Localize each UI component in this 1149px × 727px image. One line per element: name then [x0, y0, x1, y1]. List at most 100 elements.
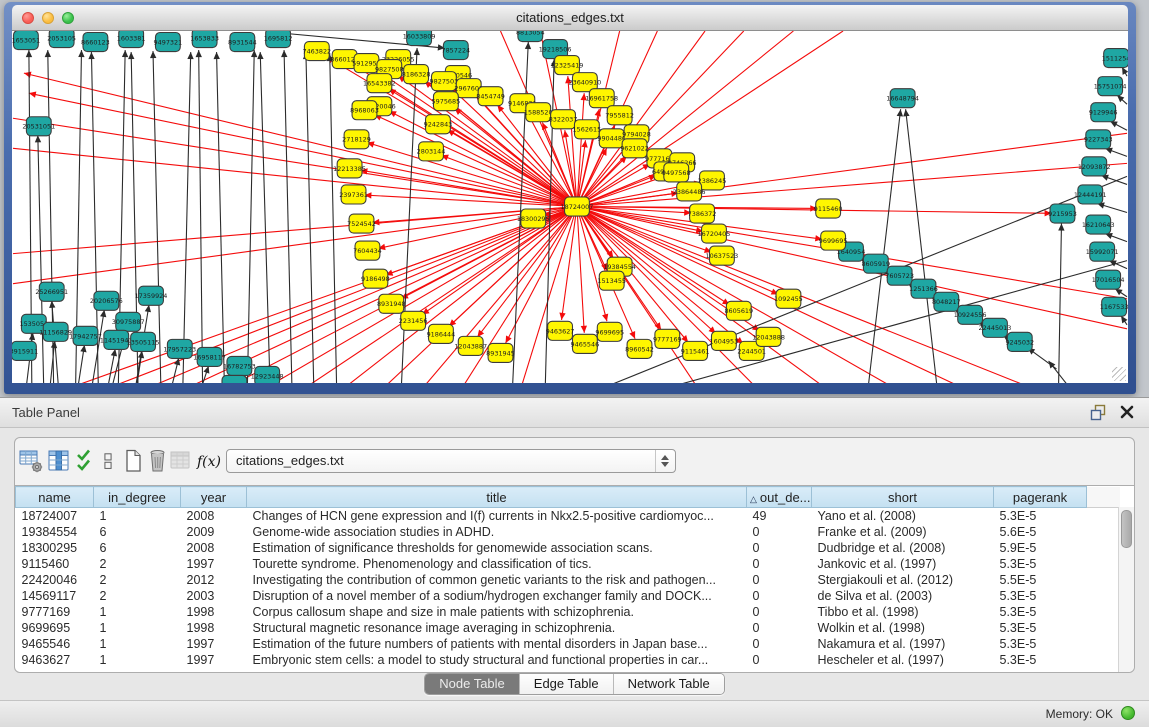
graph-node[interactable]: 5051352	[220, 375, 249, 383]
table-cell[interactable]: 18724007	[16, 508, 94, 525]
graph-node[interactable]: 20531051	[22, 117, 55, 136]
column-header-year[interactable]: year	[181, 487, 247, 508]
network-canvas[interactable]: 1653051205310586601231603381949732116538…	[12, 31, 1128, 383]
graph-node[interactable]: 8048217	[932, 292, 961, 311]
graph-node[interactable]: 9215953	[1048, 204, 1077, 223]
graph-node[interactable]: 12093872	[1078, 157, 1111, 176]
table-cell[interactable]: Tourette syndrome. Phenomenology and cla…	[247, 556, 747, 572]
import-table-disabled-icon[interactable]	[168, 448, 194, 475]
table-cell[interactable]: 5.3E-5	[994, 604, 1087, 620]
table-cell[interactable]: 0	[747, 572, 812, 588]
graph-node[interactable]: 16543382	[363, 74, 396, 93]
table-cell[interactable]: Estimation of significance thresholds fo…	[247, 540, 747, 556]
table-cell[interactable]: 9465546	[16, 636, 94, 652]
table-row[interactable]: 1938455462009Genome-wide association stu…	[16, 524, 1120, 540]
table-cell[interactable]: Tibbo et al. (1998)	[812, 604, 994, 620]
graph-node[interactable]: 1251366	[909, 279, 938, 298]
table-cell[interactable]: 2	[94, 556, 181, 572]
table-cell[interactable]: Changes of HCN gene expression and I(f) …	[247, 508, 747, 525]
table-cell[interactable]: 9115460	[16, 556, 94, 572]
graph-node[interactable]: 17957223	[163, 339, 196, 358]
graph-node[interactable]: 8605619	[724, 301, 753, 320]
graph-node[interactable]: 2803144	[417, 142, 446, 161]
graph-node[interactable]: 9699695	[819, 231, 848, 250]
graph-node[interactable]: 7386372	[688, 204, 717, 223]
table-cell[interactable]: 9699695	[16, 620, 94, 636]
graph-node[interactable]: 9186498	[361, 269, 390, 288]
table-cell[interactable]: 0	[747, 540, 812, 556]
table-cell[interactable]: 1997	[181, 636, 247, 652]
graph-node[interactable]: 16958117	[193, 347, 226, 366]
graph-node[interactable]: 8660123	[81, 33, 110, 52]
graph-node[interactable]: 10637523	[706, 246, 739, 265]
graph-node[interactable]: 9463627	[546, 321, 575, 340]
table-cell[interactable]: 6	[94, 524, 181, 540]
table-cell[interactable]: 5.3E-5	[994, 556, 1087, 572]
table-cell[interactable]: Embryonic stem cells: a model to study s…	[247, 652, 747, 668]
graph-node[interactable]: 18724007	[561, 197, 594, 216]
table-cell[interactable]: Investigating the contribution of common…	[247, 572, 747, 588]
table-cell[interactable]: 1	[94, 652, 181, 668]
table-cell[interactable]: 5.9E-5	[994, 540, 1087, 556]
graph-node[interactable]: 1653051	[12, 31, 40, 50]
graph-node[interactable]: 12923448	[251, 366, 284, 383]
graph-node[interactable]: 7857224	[441, 41, 470, 60]
graph-node[interactable]: 16648794	[886, 89, 919, 108]
graph-node[interactable]: 20206576	[90, 291, 123, 310]
table-cell[interactable]: Yano et al. (2008)	[812, 508, 994, 525]
graph-node[interactable]: 8931945	[486, 343, 515, 362]
graph-node[interactable]: 30975887	[112, 312, 145, 331]
graph-node[interactable]: 15751074	[1094, 77, 1127, 96]
graph-node[interactable]: 18300295	[517, 209, 550, 228]
graph-node[interactable]: 8968063	[350, 101, 379, 120]
graph-node[interactable]: 9245032	[1005, 332, 1034, 351]
graph-node[interactable]: 7463822	[302, 42, 331, 61]
table-cell[interactable]: 1998	[181, 620, 247, 636]
graph-node[interactable]: 2231456	[399, 311, 428, 330]
select-columns-icon[interactable]	[46, 448, 72, 475]
table-cell[interactable]: Estimation of the future numbers of pati…	[247, 636, 747, 652]
graph-node[interactable]: 9227343	[1084, 130, 1113, 149]
table-cell[interactable]: Disruption of a novel member of a sodium…	[247, 588, 747, 604]
table-row[interactable]: 1830029562008Estimation of significance …	[16, 540, 1120, 556]
table-cell[interactable]: Corpus callosum shape and size in male p…	[247, 604, 747, 620]
graph-node[interactable]: 9129946	[1089, 103, 1118, 122]
table-cell[interactable]: Franke et al. (2009)	[812, 524, 994, 540]
network-window[interactable]: citations_edges.txt 16530512053105866012…	[4, 2, 1136, 394]
table-row[interactable]: 977716911998Corpus callosum shape and si…	[16, 604, 1120, 620]
function-builder-icon[interactable]: f(x)	[195, 448, 221, 475]
window-titlebar[interactable]: citations_edges.txt	[12, 5, 1128, 31]
graph-node[interactable]: 12213385	[333, 159, 366, 178]
table-cell[interactable]: de Silva et al. (2003)	[812, 588, 994, 604]
graph-node[interactable]: 17016504	[1092, 270, 1125, 289]
tab-edge-table[interactable]: Edge Table	[519, 674, 613, 694]
graph-node[interactable]: 8931544	[228, 33, 257, 52]
graph-node[interactable]: 2718129	[342, 130, 371, 149]
dropdown-stepper-icon[interactable]	[655, 450, 675, 472]
graph-node[interactable]: 12325419	[551, 56, 584, 75]
graph-node[interactable]: 12444191	[1074, 185, 1107, 204]
table-cell[interactable]: 5.6E-5	[994, 524, 1087, 540]
table-cell[interactable]: Nakamura et al. (1997)	[812, 636, 994, 652]
graph-node[interactable]: 12043888	[752, 327, 785, 346]
table-cell[interactable]: 0	[747, 556, 812, 572]
tab-network-table[interactable]: Network Table	[613, 674, 724, 694]
graph-node[interactable]: 1603381	[117, 31, 146, 48]
graph-node[interactable]: 8605919	[861, 254, 890, 273]
table-row[interactable]: 2242004622012Investigating the contribut…	[16, 572, 1120, 588]
table-cell[interactable]: 5.3E-5	[994, 652, 1087, 668]
citation-network-graph[interactable]: 1653051205310586601231603381949732116538…	[12, 31, 1128, 383]
graph-node[interactable]: 1167533	[1100, 297, 1128, 316]
table-row[interactable]: 911546021997Tourette syndrome. Phenomeno…	[16, 556, 1120, 572]
graph-node[interactable]: 11156829	[39, 322, 72, 341]
tab-node-table[interactable]: Node Table	[425, 674, 519, 694]
table-cell[interactable]: 49	[747, 508, 812, 525]
table-cell[interactable]: 14569117	[16, 588, 94, 604]
table-cell[interactable]: 1	[94, 636, 181, 652]
graph-node[interactable]: 1511254	[1102, 49, 1128, 68]
graph-node[interactable]: 1513455	[597, 271, 626, 290]
column-header-short[interactable]: short	[812, 487, 994, 508]
table-cell[interactable]: 2	[94, 572, 181, 588]
table-selector-dropdown[interactable]: citations_edges.txt	[226, 449, 676, 473]
table-cell[interactable]: 0	[747, 652, 812, 668]
